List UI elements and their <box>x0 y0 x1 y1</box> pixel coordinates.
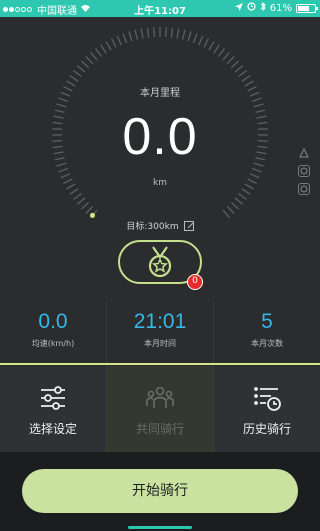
stat-value: 0.0 <box>38 310 68 333</box>
menu-grid: 选择设定 共同骑行 历史骑行 <box>0 366 320 452</box>
bluetooth-icon <box>260 1 266 14</box>
mileage-dial: 本月里程 0.0 km 目标:300km 0 <box>0 17 320 302</box>
goal-setting[interactable]: 目标:300km <box>0 219 320 232</box>
battery-percent: 61% <box>269 2 292 14</box>
stat-value: 21:01 <box>133 310 187 333</box>
location-arrow-icon <box>234 2 243 14</box>
triangle-icon[interactable] <box>298 147 310 159</box>
status-right: 61% <box>234 1 318 14</box>
group-ride-icon <box>146 386 174 408</box>
side-icons <box>298 147 312 201</box>
medal-icon <box>148 246 172 278</box>
stat-value: 5 <box>261 310 273 333</box>
stat-label: 均速(km/h) <box>31 339 75 348</box>
menu-history[interactable]: 历史骑行 <box>213 366 320 452</box>
history-list-icon <box>254 386 281 411</box>
battery-icon <box>296 3 318 13</box>
menu-group-ride[interactable]: 共同骑行 <box>106 366 213 452</box>
dial-progress-dot <box>90 212 96 218</box>
dial-unit: km <box>153 178 167 188</box>
menu-label: 历史骑行 <box>242 421 291 436</box>
medal-count-badge: 0 <box>187 274 203 290</box>
stats-row: 0.0 均速(km/h) 21:01 本月时间 5 本月次数 <box>0 302 320 364</box>
bottom-bar: 开始骑行 <box>0 452 320 531</box>
status-bar: 中国联通 上午11:07 61% <box>0 0 320 17</box>
settings-sliders-icon <box>41 385 65 410</box>
stat-month-time: 21:01 本月时间 <box>106 302 213 364</box>
dial-value: 0.0 <box>122 108 198 166</box>
menu-label: 选择设定 <box>28 421 77 436</box>
bottom-indicator <box>128 526 192 529</box>
menu-label: 共同骑行 <box>135 421 184 436</box>
alarm-icon <box>247 2 256 14</box>
start-ride-button[interactable]: 开始骑行 <box>22 469 298 513</box>
goal-text: 目标:300km <box>126 222 179 232</box>
edit-icon[interactable] <box>183 221 194 231</box>
sync-icon[interactable] <box>298 183 310 195</box>
menu-settings[interactable]: 选择设定 <box>0 366 106 452</box>
stat-avg-speed: 0.0 均速(km/h) <box>0 302 106 364</box>
accent-divider <box>0 363 320 365</box>
refresh-icon[interactable] <box>298 165 310 177</box>
stat-label: 本月时间 <box>144 339 176 348</box>
stat-label: 本月次数 <box>251 339 283 348</box>
stat-month-count: 5 本月次数 <box>213 302 320 364</box>
dial-label: 本月里程 <box>140 88 180 99</box>
